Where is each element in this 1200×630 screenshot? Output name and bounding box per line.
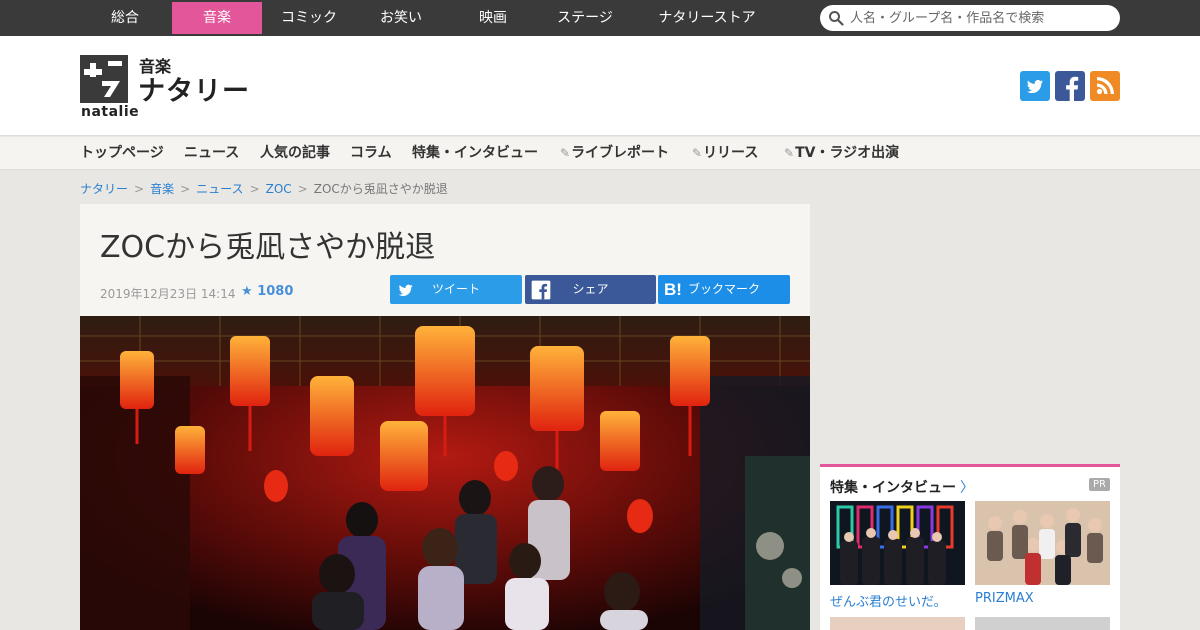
pencil-icon: ✎ bbox=[784, 146, 795, 160]
star-icon: ★ bbox=[241, 284, 253, 299]
section-nav-top[interactable]: トップページ bbox=[80, 137, 164, 170]
sidebar-thumb-3[interactable] bbox=[830, 617, 965, 630]
sidebar-caption-1[interactable]: ぜんぶ君のせいだ。 bbox=[830, 591, 947, 610]
pencil-icon: ✎ bbox=[692, 146, 703, 160]
logo-name: ナタリー bbox=[138, 76, 250, 107]
sidebar-thumb-1[interactable] bbox=[830, 501, 965, 585]
search-input[interactable] bbox=[850, 8, 1110, 28]
breadcrumb-item-music[interactable]: 音楽 bbox=[150, 182, 174, 196]
section-nav-livereport[interactable]: ✎ライブレポート bbox=[560, 137, 669, 170]
section-nav: トップページ ニュース 人気の記事 コラム 特集・インタビュー ✎ライブレポート… bbox=[0, 137, 1200, 170]
thumb-image-1 bbox=[830, 501, 965, 585]
section-nav-column[interactable]: コラム bbox=[350, 137, 392, 170]
global-nav-item-eiga[interactable]: 映画 bbox=[455, 2, 531, 34]
tweet-button-label: ツイート bbox=[431, 282, 480, 296]
hatena-bookmark-label: ブックマーク bbox=[687, 282, 760, 296]
rss-icon bbox=[1096, 77, 1114, 95]
article-title: ZOCから兎凪さやか脱退 bbox=[100, 230, 436, 265]
sidebar-thumb-4[interactable] bbox=[975, 617, 1110, 630]
chevron-right-icon: > bbox=[297, 182, 308, 196]
natalie-logo-mark bbox=[80, 55, 128, 103]
breadcrumb-item-natalie[interactable]: ナタリー bbox=[80, 182, 128, 196]
star-count-value: 1080 bbox=[257, 284, 294, 299]
global-nav-item-stage[interactable]: ステージ bbox=[545, 2, 625, 34]
global-nav-item-music[interactable]: 音楽 bbox=[172, 2, 262, 34]
article-date: 2019年12月23日 14:14 bbox=[100, 287, 236, 301]
global-nav-item-comic[interactable]: コミック bbox=[270, 2, 348, 34]
chevron-right-icon: > bbox=[180, 182, 191, 196]
section-nav-popular[interactable]: 人気の記事 bbox=[260, 137, 330, 170]
article-header: ZOCから兎凪さやか脱退 2019年12月23日 14:14 ★ 1080 ツイ… bbox=[80, 204, 810, 316]
pencil-icon: ✎ bbox=[560, 146, 571, 160]
global-nav: 総合 音楽 コミック お笑い 映画 ステージ ナタリーストア bbox=[0, 0, 1200, 36]
hatena-bookmark-button[interactable]: B! ブックマーク bbox=[658, 275, 790, 304]
facebook-share-button[interactable]: シェア bbox=[525, 275, 656, 304]
pr-badge: PR bbox=[1089, 478, 1110, 491]
hero-photo bbox=[80, 316, 810, 630]
section-nav-livereport-label: ライブレポート bbox=[571, 145, 670, 161]
search-icon[interactable] bbox=[828, 10, 844, 26]
facebook-share-label: シェア bbox=[572, 282, 609, 296]
sidebar-caption-2[interactable]: PRIZMAX bbox=[975, 591, 1034, 606]
chevron-right-icon: > bbox=[134, 182, 145, 196]
global-nav-item-store[interactable]: ナタリーストア bbox=[645, 2, 769, 34]
breadcrumb-current: ZOCから兎凪さやか脱退 bbox=[313, 182, 448, 196]
star-count[interactable]: ★ 1080 bbox=[241, 284, 293, 299]
search-box bbox=[820, 5, 1120, 31]
chevron-right-icon[interactable]: 〉 bbox=[960, 477, 974, 497]
site-header: 音楽 ナタリー natalie bbox=[0, 36, 1200, 136]
sidebar-thumb-2[interactable] bbox=[975, 501, 1110, 585]
breadcrumb: ナタリー > 音楽 > ニュース > ZOC > ZOCから兎凪さやか脱退 bbox=[80, 180, 448, 196]
rss-link[interactable] bbox=[1090, 71, 1120, 101]
section-nav-news[interactable]: ニュース bbox=[184, 137, 239, 170]
facebook-icon bbox=[1066, 76, 1079, 101]
section-nav-release[interactable]: ✎リリース bbox=[692, 137, 758, 170]
thumb-image-2 bbox=[975, 501, 1110, 585]
section-nav-tvradio-label: TV・ラジオ出演 bbox=[795, 145, 900, 161]
section-nav-tvradio[interactable]: ✎TV・ラジオ出演 bbox=[784, 137, 899, 170]
chevron-right-icon: > bbox=[249, 182, 260, 196]
site-logo[interactable]: 音楽 ナタリー natalie bbox=[80, 55, 250, 123]
breadcrumb-item-zoc[interactable]: ZOC bbox=[266, 182, 292, 196]
sidebar-interview-box: 特集・インタビュー 〉 PR ぜんぶ君のせいだ。 PRIZMAX bbox=[820, 464, 1120, 630]
tweet-button[interactable]: ツイート bbox=[390, 275, 522, 304]
breadcrumb-item-news[interactable]: ニュース bbox=[196, 182, 243, 196]
facebook-link[interactable] bbox=[1055, 71, 1085, 101]
section-nav-interview[interactable]: 特集・インタビュー bbox=[412, 137, 538, 170]
section-nav-release-label: リリース bbox=[703, 145, 759, 161]
logo-sub: natalie bbox=[81, 104, 140, 120]
global-nav-item-sogo[interactable]: 総合 bbox=[90, 2, 160, 34]
global-nav-item-owarai[interactable]: お笑い bbox=[363, 2, 439, 34]
twitter-link[interactable] bbox=[1020, 71, 1050, 101]
sidebar-title[interactable]: 特集・インタビュー bbox=[830, 477, 956, 497]
twitter-icon bbox=[1027, 79, 1043, 94]
article-hero-image bbox=[80, 316, 810, 630]
